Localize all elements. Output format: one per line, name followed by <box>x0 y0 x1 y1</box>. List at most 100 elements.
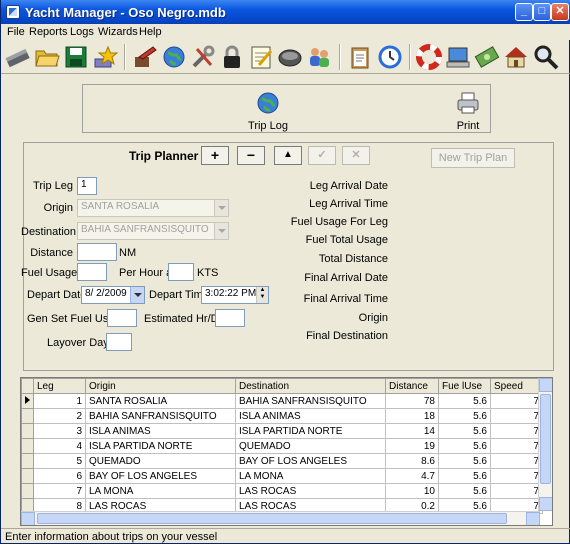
vertical-scrollbar[interactable] <box>538 378 552 511</box>
origin-combo[interactable]: SANTA ROSALIA <box>77 199 229 217</box>
row-selector[interactable] <box>21 423 34 439</box>
add-leg-button[interactable]: + <box>201 146 229 165</box>
close-button[interactable]: ✕ <box>551 3 569 21</box>
trip-log-button[interactable]: Trip Log <box>248 90 288 132</box>
table-cell[interactable]: 7 <box>490 453 543 469</box>
table-cell[interactable]: ISLA PARTIDA NORTE <box>235 423 386 439</box>
destination-combo[interactable]: BAHIA SANFRANSISQUITO <box>77 222 229 240</box>
table-cell[interactable]: 4 <box>33 438 86 454</box>
table-row[interactable]: 1 SANTA ROSALIA BAHIA SANFRANSISQUITO 78 5.6… <box>21 393 543 409</box>
trip-leg-field[interactable]: 1 <box>77 177 97 195</box>
table-cell[interactable]: 5 <box>33 453 86 469</box>
horizontal-scroll-thumb[interactable] <box>37 513 507 524</box>
table-cell[interactable]: LA MONA <box>235 468 386 484</box>
fuel-usage-field[interactable] <box>77 263 107 281</box>
notepad-icon[interactable] <box>247 43 275 71</box>
depart-date-field[interactable]: 8/ 2/2009 <box>81 286 145 304</box>
house-icon[interactable] <box>502 43 530 71</box>
maximize-button[interactable]: □ <box>533 3 551 21</box>
depart-time-field[interactable]: 3:02:22 PM ▲ ▼ <box>201 286 269 304</box>
table-cell[interactable]: 6 <box>33 468 86 484</box>
column-header-fuel-use[interactable]: Fue lUse <box>438 378 491 394</box>
row-selector[interactable] <box>21 453 34 469</box>
column-header-distance[interactable]: Distance <box>385 378 439 394</box>
menu-logs[interactable]: Logs <box>70 26 94 38</box>
menu-reports[interactable]: Reports <box>29 26 68 38</box>
table-row[interactable]: 7 LA MONA LAS ROCAS 10 5.6 7 <box>21 483 543 499</box>
print-button[interactable]: Print <box>453 90 483 132</box>
menu-help[interactable]: Help <box>139 26 162 38</box>
table-cell[interactable]: LA MONA <box>85 483 236 499</box>
table-cell[interactable]: 78 <box>385 393 439 409</box>
time-spinner[interactable]: ▲ ▼ <box>256 287 268 303</box>
table-cell[interactable]: BAHIA SANFRANSISQUITO <box>235 393 386 409</box>
table-cell[interactable]: 5.6 <box>438 408 491 424</box>
table-cell[interactable]: 5.6 <box>438 423 491 439</box>
table-row[interactable]: 3 ISLA ANIMAS ISLA PARTIDA NORTE 14 5.6 7 <box>21 423 543 439</box>
scroll-left-icon[interactable] <box>21 512 35 525</box>
current-row-indicator-icon[interactable] <box>21 393 34 409</box>
table-cell[interactable]: 14 <box>385 423 439 439</box>
table-cell[interactable]: 5.6 <box>438 483 491 499</box>
vertical-scroll-thumb[interactable] <box>540 394 551 484</box>
distance-field[interactable] <box>77 243 117 261</box>
table-cell[interactable]: 19 <box>385 438 439 454</box>
table-cell[interactable]: 7 <box>490 423 543 439</box>
paint-icon[interactable] <box>131 43 159 71</box>
tools-icon[interactable] <box>189 43 217 71</box>
column-header-speed[interactable]: Speed <box>490 378 543 394</box>
menu-file[interactable]: File <box>7 26 25 38</box>
table-row[interactable]: 5 QUEMADO BAY OF LOS ANGELES 8.6 5.6 7 <box>21 453 543 469</box>
table-cell[interactable]: ISLA ANIMAS <box>235 408 386 424</box>
table-cell[interactable]: 4.7 <box>385 468 439 484</box>
column-header-destination[interactable]: Destination <box>235 378 386 394</box>
money-icon[interactable] <box>473 43 501 71</box>
padlock-icon[interactable] <box>218 43 246 71</box>
move-up-button[interactable]: ▲ <box>274 146 302 165</box>
people-icon[interactable] <box>305 43 333 71</box>
ruler-icon[interactable] <box>4 43 32 71</box>
table-cell[interactable]: 5.6 <box>438 468 491 484</box>
table-row[interactable]: 2 BAHIA SANFRANSISQUITO ISLA ANIMAS 18 5.6 7 <box>21 408 543 424</box>
table-cell[interactable]: 8.6 <box>385 453 439 469</box>
clipboard-icon[interactable] <box>346 43 374 71</box>
remove-leg-button[interactable]: − <box>237 146 265 165</box>
new-trip-plan-button[interactable]: New Trip Plan <box>431 148 515 168</box>
table-cell[interactable]: SANTA ROSALIA <box>85 393 236 409</box>
table-cell[interactable]: 7 <box>33 483 86 499</box>
engine-icon[interactable] <box>276 43 304 71</box>
table-cell[interactable]: LAS ROCAS <box>235 483 386 499</box>
chevron-down-icon[interactable] <box>214 200 228 216</box>
scroll-down-icon[interactable] <box>539 497 552 511</box>
row-selector[interactable] <box>21 483 34 499</box>
table-cell[interactable]: QUEMADO <box>85 453 236 469</box>
table-cell[interactable]: 7 <box>490 483 543 499</box>
table-cell[interactable]: BAY OF LOS ANGELES <box>235 453 386 469</box>
life-ring-icon[interactable] <box>415 43 443 71</box>
table-cell[interactable]: BAY OF LOS ANGELES <box>85 468 236 484</box>
row-selector[interactable] <box>21 438 34 454</box>
computer-icon[interactable] <box>444 43 472 71</box>
table-cell[interactable]: 10 <box>385 483 439 499</box>
speed-field[interactable] <box>168 263 194 281</box>
table-cell[interactable]: ISLA ANIMAS <box>85 423 236 439</box>
table-row[interactable]: 4 ISLA PARTIDA NORTE QUEMADO 19 5.6 7 <box>21 438 543 454</box>
minimize-button[interactable]: _ <box>515 3 533 21</box>
row-selector[interactable] <box>21 408 34 424</box>
table-cell[interactable]: 7 <box>490 468 543 484</box>
table-row[interactable]: 6 BAY OF LOS ANGELES LA MONA 4.7 5.6 7 <box>21 468 543 484</box>
gen-set-field[interactable] <box>107 309 137 327</box>
scroll-right-icon[interactable] <box>526 512 540 525</box>
table-cell[interactable]: 1 <box>33 393 86 409</box>
chevron-down-icon[interactable] <box>214 223 228 239</box>
magnifier-icon[interactable] <box>532 43 560 71</box>
table-cell[interactable]: 5.6 <box>438 393 491 409</box>
star-icon[interactable] <box>91 43 119 71</box>
cancel-button[interactable]: ✕ <box>342 146 370 165</box>
chevron-down-icon[interactable] <box>130 287 144 303</box>
table-cell[interactable]: 7 <box>490 438 543 454</box>
globe-icon[interactable] <box>160 43 188 71</box>
table-cell[interactable]: 3 <box>33 423 86 439</box>
title-bar[interactable]: Yacht Manager - Oso Negro.mdb _ □ ✕ <box>1 0 570 24</box>
scroll-up-icon[interactable] <box>539 378 552 392</box>
